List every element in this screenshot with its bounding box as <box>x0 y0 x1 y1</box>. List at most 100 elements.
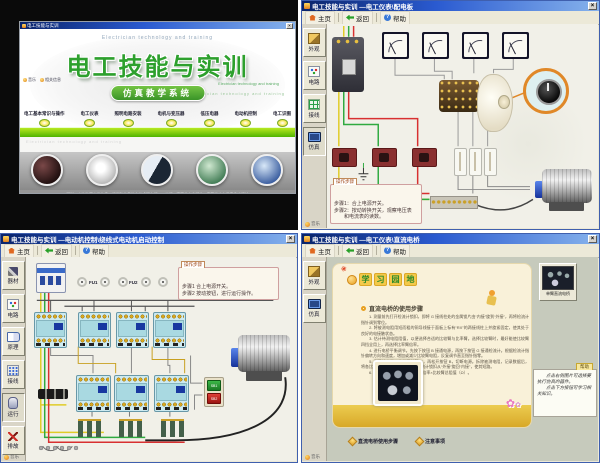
diamond-icon <box>415 437 425 447</box>
device-panel <box>378 365 418 401</box>
sidebar-item-appearance[interactable]: 外观 <box>303 261 326 290</box>
music-button[interactable]: 音乐 <box>305 221 320 227</box>
english-subline: Electrician technology and training <box>218 81 279 86</box>
close-icon[interactable] <box>286 23 293 29</box>
bridge-thumbnail-icon <box>542 266 574 290</box>
menu-item-basics[interactable]: 电工基本常识与操作 <box>24 111 65 127</box>
help-button[interactable]: 帮助 <box>380 11 410 25</box>
power-switch[interactable] <box>332 37 364 92</box>
motor <box>231 335 293 381</box>
simulation-canvas: 操作步骤 步骤1：合上电源开关。 步骤2：按动转换开关，观察电压表 和电流表的读… <box>327 24 598 228</box>
learning-corner-badge: 学 习 园 地 <box>347 273 417 286</box>
menu-item-lowvoltage[interactable]: 低压电器 <box>201 111 219 127</box>
fuse-2 <box>469 148 482 176</box>
side-buttons: 音乐 相关信息 <box>23 77 61 83</box>
breaker-toggles[interactable] <box>40 276 62 285</box>
menu-item-motorcontrol[interactable]: 电动机控制 <box>235 111 258 127</box>
current-transformer-3 <box>412 148 437 167</box>
back-button[interactable]: 返回 <box>41 244 72 258</box>
help-button[interactable]: 帮助 <box>79 244 109 258</box>
learning-canvas: ❀ 学 习 园 地 直流电桥的使用步骤 1. 测量前先打开检流计锁扣，即将 G … <box>327 257 598 461</box>
music-button[interactable]: 音乐 <box>305 454 320 460</box>
sidebar-item-circuit[interactable]: 电路 <box>303 61 326 90</box>
sidebar-item-run[interactable]: 运行 <box>2 393 25 422</box>
sidebar-item-simulation[interactable]: 仿真 <box>303 294 326 323</box>
toolbar-separator <box>75 246 76 255</box>
sidebar-item-equipment[interactable]: 器材 <box>2 261 25 290</box>
back-button[interactable]: 返回 <box>342 244 373 258</box>
contactor <box>76 375 111 412</box>
ceramic-switch-body[interactable] <box>477 74 513 132</box>
device-thumbnail-button[interactable]: 单臂直流电桥 <box>539 263 577 301</box>
link-precautions[interactable]: 注意事项 <box>416 438 445 445</box>
motor-foot <box>549 202 584 211</box>
help-text: 点击右侧图片可选择要执行仿真的器件。 点击下方按钮可学习相关知识。 <box>534 370 596 400</box>
home-button[interactable]: 主页 <box>4 244 34 258</box>
music-icon <box>4 455 9 460</box>
menu-item-drawings[interactable]: 电工识图 <box>273 111 291 127</box>
switch-knob[interactable] <box>498 95 510 109</box>
link-usage-steps[interactable]: 直流电桥使用步骤 <box>349 438 398 445</box>
sidebar-item-principle[interactable]: 原理 <box>2 327 25 356</box>
titlebar[interactable]: 电工技能与实训 —电动机控制\绕线式电动机启动控制 <box>1 234 297 244</box>
info-button[interactable]: 相关信息 <box>40 77 61 83</box>
close-icon[interactable] <box>588 2 597 10</box>
fuse-holder-row <box>38 389 68 399</box>
steps-tab: 操作步骤 <box>333 178 357 185</box>
sidebar-item-wiring[interactable]: 接线 <box>303 94 326 123</box>
changeover-switch[interactable] <box>439 80 479 112</box>
mouse-icon <box>8 397 18 409</box>
toolbar: 主页 返回 帮助 <box>1 244 297 258</box>
photo-motor <box>196 154 228 186</box>
operation-steps-box: 操作步骤 步骤1 合上电源开关。 步骤2 按动按钮，进行运行操作。 <box>178 267 279 300</box>
stop-button[interactable]: SB2 <box>207 393 221 404</box>
terminal-row <box>38 445 80 451</box>
start-button[interactable]: SB1 <box>207 380 221 391</box>
splash-titlebar[interactable]: 电工技能与实训 <box>20 22 295 29</box>
photo-meter <box>86 154 118 186</box>
titlebar[interactable]: 电工技能与实训 —电工仪表\直流电桥 <box>302 234 599 244</box>
monitor-icon <box>308 299 321 309</box>
analog-meter-3 <box>462 32 489 59</box>
titlebar[interactable]: 电工技能与实训 —电工仪表\配电板 <box>302 1 599 11</box>
sidebar-item-wiring[interactable]: 接线 <box>2 360 25 389</box>
home-button[interactable]: 主页 <box>305 11 335 25</box>
starting-resistors <box>119 419 142 437</box>
music-button[interactable]: 音乐 <box>23 77 36 83</box>
menu-item-lighting[interactable]: 照明电路安装 <box>115 111 142 127</box>
back-button[interactable]: 返回 <box>342 11 373 25</box>
yellow-band <box>333 405 531 427</box>
sidebar-item-simulation[interactable]: 仿真 <box>303 127 326 156</box>
menu-dot-icon <box>123 119 134 127</box>
sidebar-item-appearance[interactable]: 外观 <box>303 28 326 57</box>
flower-decoration: ✿✿ <box>506 399 521 411</box>
fuse-3 <box>484 148 497 176</box>
contactor <box>116 312 149 348</box>
menu-item-meters[interactable]: 电工仪表 <box>81 111 99 127</box>
home-button[interactable]: 主页 <box>305 244 335 258</box>
terminal-strip <box>430 196 478 209</box>
bottom-links: 直流电桥使用步骤 注意事项 <box>349 438 445 445</box>
fuse-label-fu2: FU2 <box>129 280 138 285</box>
circuit-breaker[interactable] <box>36 263 66 293</box>
music-button[interactable]: 音乐 <box>4 454 19 460</box>
menu-item-machines[interactable]: 电机与变压器 <box>158 111 185 127</box>
app-icon <box>304 3 310 9</box>
menu-dot-icon <box>39 119 50 127</box>
sidebar-item-troubleshoot[interactable]: 排故 <box>2 426 25 455</box>
breaker-band <box>37 268 65 273</box>
box-icon <box>308 266 320 277</box>
close-icon[interactable] <box>286 235 295 243</box>
english-header: Electrician technology and training <box>20 35 295 41</box>
help-box: 帮助 点击右侧图片可选择要执行仿真的器件。 点击下方按钮可学习相关知识。 <box>533 369 597 417</box>
sidebar-item-circuit[interactable]: 电路 <box>2 294 25 323</box>
analog-meter-4 <box>502 32 529 59</box>
help-button[interactable]: 帮助 <box>380 244 410 258</box>
switch-handle[interactable] <box>342 59 356 75</box>
motor <box>535 169 595 211</box>
fuse-icon <box>100 277 110 287</box>
motor-body <box>238 335 290 372</box>
close-icon[interactable] <box>588 235 597 243</box>
steps-text: 步骤1：合上电源开关。 步骤2：按动转换开关，观察电压表 和电流表的读数。 <box>334 201 412 220</box>
home-icon <box>8 248 15 254</box>
